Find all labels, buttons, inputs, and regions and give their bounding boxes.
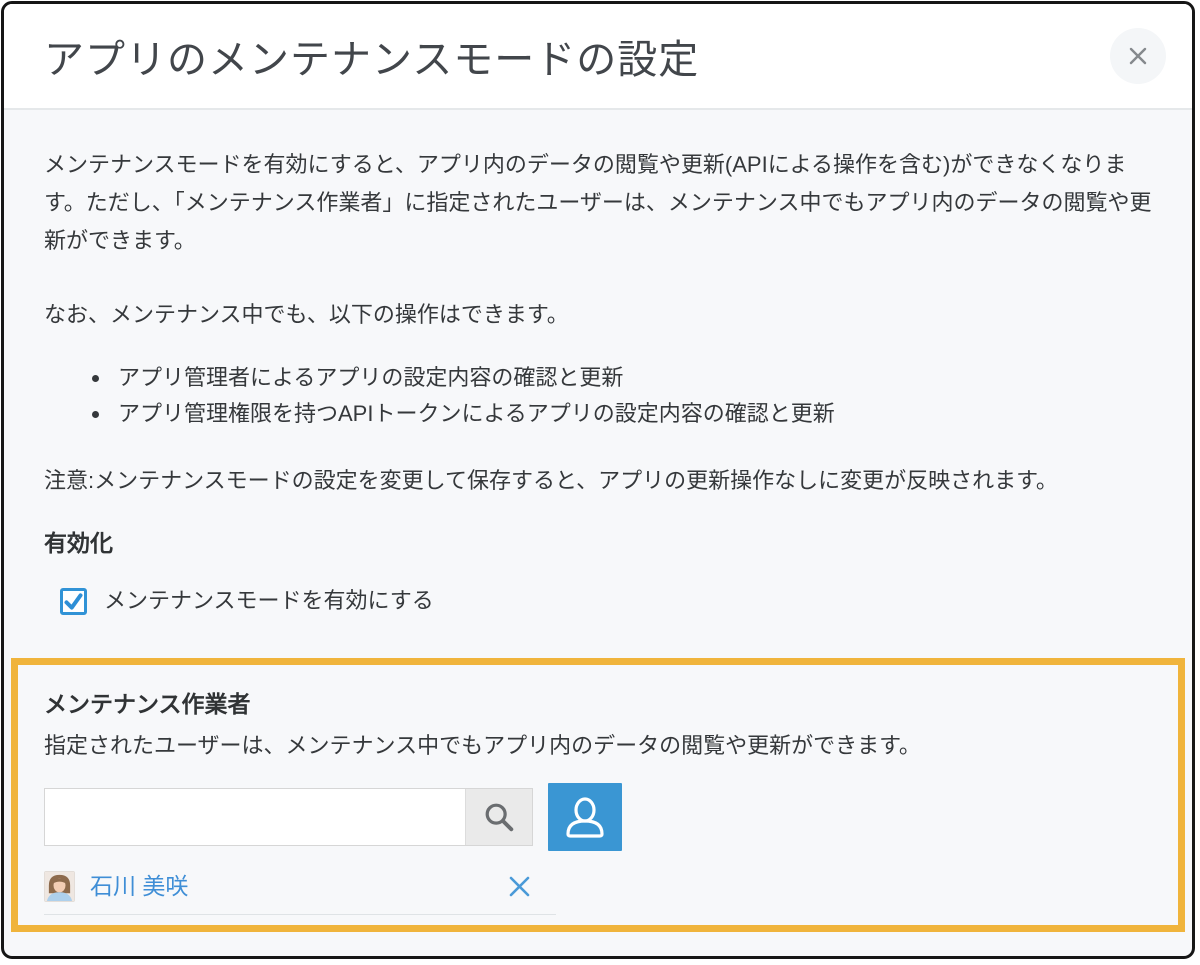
remove-user-button[interactable] — [506, 873, 532, 899]
maintenance-enable-checkbox[interactable] — [60, 588, 87, 615]
allowed-ops-intro: なお、メンテナンス中でも、以下の操作はできます。 — [44, 296, 1152, 334]
dialog-title: アプリのメンテナンスモードの設定 — [44, 27, 699, 85]
selected-user-row: 石川 美咲 — [44, 867, 556, 915]
maintenance-workers-section: メンテナンス作業者 指定されたユーザーは、メンテナンス中でもアプリ内のデータの閲… — [11, 658, 1185, 932]
activation-checkbox-row: メンテナンスモードを有効にする — [44, 582, 1152, 620]
remove-icon — [507, 874, 532, 899]
allowed-ops-list: アプリ管理者によるアプリの設定内容の確認と更新 アプリ管理権限を持つAPIトーク… — [112, 360, 1152, 432]
caution-note: 注意:メンテナンスモードの設定を変更して保存すると、アプリの更新操作なしに変更が… — [44, 462, 1152, 500]
user-name-link[interactable]: 石川 美咲 — [90, 867, 188, 905]
list-item: アプリ管理者によるアプリの設定内容の確認と更新 — [112, 360, 1152, 396]
user-search-input[interactable] — [45, 789, 465, 845]
person-icon — [562, 795, 608, 839]
search-button[interactable] — [465, 789, 532, 845]
intro-paragraph: メンテナンスモードを有効にすると、アプリ内のデータの閲覧や更新(APIによる操作… — [44, 146, 1152, 260]
user-search-group — [44, 788, 533, 846]
dialog-header: アプリのメンテナンスモードの設定 — [4, 4, 1192, 110]
dialog-body: メンテナンスモードを有効にすると、アプリ内のデータの閲覧や更新(APIによる操作… — [4, 110, 1192, 932]
list-item: アプリ管理権限を持つAPIトークンによるアプリの設定内容の確認と更新 — [112, 396, 1152, 432]
checkmark-icon — [63, 591, 84, 612]
user-picker-row — [44, 783, 1152, 851]
user-avatar — [44, 871, 75, 902]
close-button[interactable] — [1110, 28, 1166, 84]
search-icon — [482, 800, 516, 834]
select-user-button[interactable] — [548, 783, 622, 851]
activation-heading: 有効化 — [44, 528, 1152, 558]
close-icon — [1127, 45, 1149, 67]
maintenance-mode-dialog: アプリのメンテナンスモードの設定 メンテナンスモードを有効にすると、アプリ内のデ… — [1, 1, 1195, 959]
maintenance-enable-label[interactable]: メンテナンスモードを有効にする — [104, 582, 434, 620]
workers-description: 指定されたユーザーは、メンテナンス中でもアプリ内のデータの閲覧や更新ができます。 — [44, 731, 1152, 761]
workers-heading: メンテナンス作業者 — [44, 689, 1152, 719]
